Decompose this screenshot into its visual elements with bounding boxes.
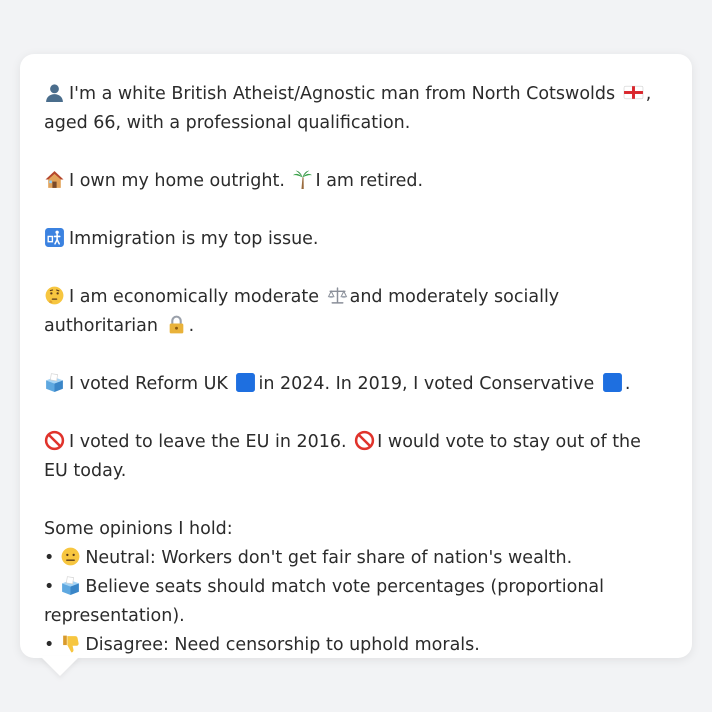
ideology-paragraph: I am economically moderate and moderatel… xyxy=(44,283,668,341)
opinion-text: Disagree: Need censorship to uphold mora… xyxy=(85,635,480,655)
housing-text-b: I am retired. xyxy=(315,171,424,191)
opinion-item: • Neutral: Workers don't get fair share … xyxy=(44,546,573,568)
page: I'm a white British Atheist/Agnostic man… xyxy=(0,0,712,712)
housing-text-a: I own my home outright. xyxy=(69,171,285,191)
padlock-icon xyxy=(166,314,187,335)
ballot-box-icon xyxy=(44,372,65,393)
votes-text-a: I voted Reform UK xyxy=(69,374,228,394)
ballot-box-icon xyxy=(60,575,81,596)
neutral-face-icon xyxy=(60,546,81,567)
opinion-text: Neutral: Workers don't get fair share of… xyxy=(85,548,573,568)
opinion-item: • Believe seats should match vote percen… xyxy=(44,575,605,626)
prohibited-icon xyxy=(44,430,65,451)
housing-paragraph: I own my home outright. I am retired. xyxy=(44,167,668,196)
opinion-item: • Disagree: Need censorship to uphold mo… xyxy=(44,633,480,655)
votes-paragraph: I voted Reform UK in 2024. In 2019, I vo… xyxy=(44,370,668,399)
england-flag-icon xyxy=(623,82,644,103)
eu-text-a: I voted to leave the EU in 2016. xyxy=(69,432,347,452)
thumbs-down-icon xyxy=(60,633,81,654)
palm-tree-icon xyxy=(292,169,313,190)
blue-square-icon xyxy=(602,372,623,393)
votes-text-c: . xyxy=(624,374,631,394)
chat-bubble: I'm a white British Atheist/Agnostic man… xyxy=(20,54,692,658)
opinion-text: Believe seats should match vote percenta… xyxy=(44,577,605,626)
prohibited-icon xyxy=(354,430,375,451)
thinking-face-icon xyxy=(44,285,65,306)
opinions-heading: Some opinions I hold: xyxy=(44,519,233,539)
person-silhouette-icon xyxy=(44,82,65,103)
balance-scale-icon xyxy=(327,285,348,306)
issue-paragraph: Immigration is my top issue. xyxy=(44,225,668,254)
ideology-text-c: . xyxy=(188,316,195,336)
intro-paragraph: I'm a white British Atheist/Agnostic man… xyxy=(44,80,668,138)
intro-text-a: I'm a white British Atheist/Agnostic man… xyxy=(69,84,616,104)
opinions-section: Some opinions I hold: • Neutral: Workers… xyxy=(44,515,668,660)
votes-text-b: in 2024. In 2019, I voted Conservative xyxy=(258,374,595,394)
issue-text: Immigration is my top issue. xyxy=(69,229,319,249)
passport-control-icon xyxy=(44,227,65,248)
house-icon xyxy=(44,169,65,190)
chat-bubble-tail xyxy=(40,656,80,676)
eu-paragraph: I voted to leave the EU in 2016. I would… xyxy=(44,428,668,486)
blue-square-icon xyxy=(235,372,256,393)
ideology-text-a: I am economically moderate xyxy=(69,287,320,307)
